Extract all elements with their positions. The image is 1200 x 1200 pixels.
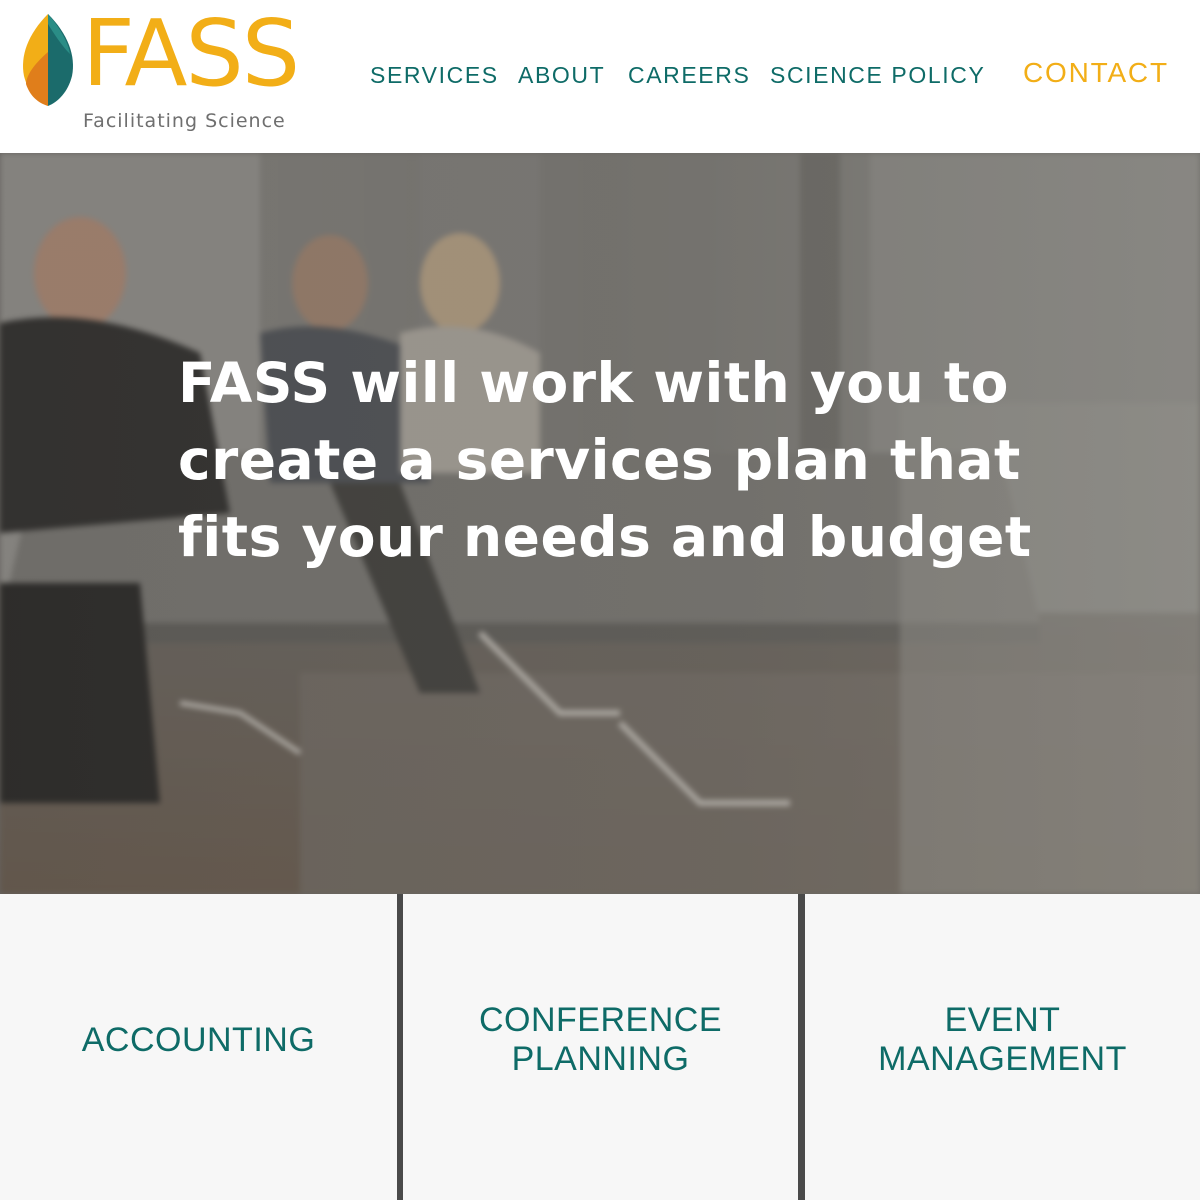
tile-label-event-management: EVENT MANAGEMENT	[878, 1001, 1127, 1078]
nav-about[interactable]: ABOUT	[518, 58, 605, 92]
fass-logo[interactable]: FASS Facilitating Science	[20, 4, 310, 137]
tile-accounting[interactable]: ACCOUNTING	[0, 894, 397, 1200]
hero-headline: FASS will work with you to create a serv…	[178, 351, 1032, 569]
tile-label-conference-planning: CONFERENCE PLANNING	[478, 1001, 723, 1078]
tile-event-management[interactable]: EVENT MANAGEMENT	[805, 894, 1200, 1200]
site-header: FASS Facilitating Science SERVICES ABOUT…	[0, 0, 1200, 153]
logo-wordmark: FASS	[82, 0, 300, 107]
leaf-logo-icon	[23, 14, 73, 106]
tile-conference-planning[interactable]: CONFERENCE PLANNING	[403, 894, 798, 1200]
logo-tagline: Facilitating Science	[83, 110, 286, 132]
tile-label-accounting: ACCOUNTING	[81, 1020, 316, 1059]
nav-careers[interactable]: CAREERS	[628, 58, 750, 92]
nav-services[interactable]: SERVICES	[370, 58, 499, 92]
hero-banner: FASS will work with you to create a serv…	[0, 153, 1200, 894]
service-tiles: ACCOUNTING CONFERENCE PLANNING EVENT MAN…	[0, 894, 1200, 1200]
nav-contact[interactable]: CONTACT	[1023, 56, 1169, 90]
nav-science-policy[interactable]: SCIENCE POLICY	[770, 58, 985, 92]
